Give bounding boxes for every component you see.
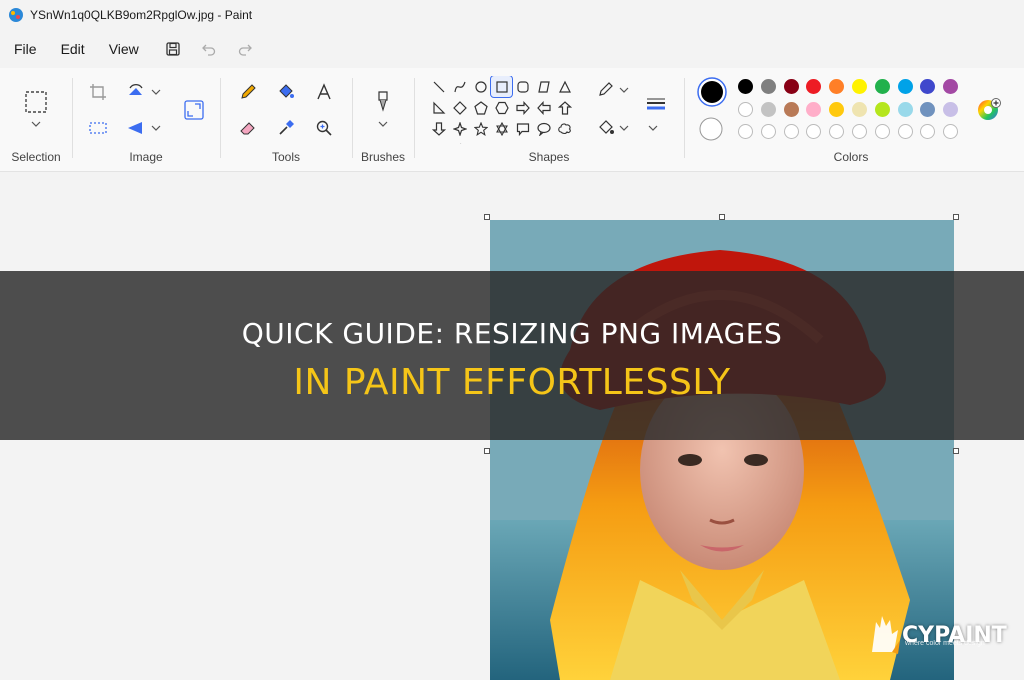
custom-color-slot[interactable] bbox=[738, 124, 753, 139]
selection-group: Selection bbox=[0, 68, 72, 172]
tools-group: Tools bbox=[220, 68, 352, 172]
pencil-icon[interactable] bbox=[234, 78, 262, 106]
rectangle-shape-icon[interactable] bbox=[490, 76, 513, 98]
color-swatch[interactable] bbox=[897, 79, 913, 94]
pentagon-shape-icon[interactable] bbox=[470, 97, 491, 118]
triangle-shape-icon[interactable] bbox=[554, 76, 575, 97]
rotate-chevron-down-icon[interactable] bbox=[148, 78, 164, 106]
color-swatch[interactable] bbox=[852, 102, 867, 117]
shapes-gallery bbox=[428, 76, 578, 144]
hexagon-shape-icon[interactable] bbox=[491, 97, 512, 118]
window-title: YSnWn1q0QLKB9om2RpglOw.jpg - Paint bbox=[30, 8, 253, 22]
rotate-icon[interactable] bbox=[122, 78, 150, 106]
tools-label: Tools bbox=[271, 150, 300, 164]
custom-color-slot[interactable] bbox=[852, 124, 867, 139]
color-picker-icon[interactable] bbox=[272, 114, 300, 142]
custom-color-slot[interactable] bbox=[897, 124, 913, 139]
polygon-shape-icon[interactable] bbox=[533, 76, 554, 97]
primary-color-swatch[interactable] bbox=[696, 76, 728, 108]
headline-line-1: Quick Guide: Resizing PNG Images bbox=[241, 317, 783, 350]
redo-icon[interactable] bbox=[227, 34, 263, 64]
curve-shape-icon[interactable] bbox=[449, 76, 470, 97]
title-bar: YSnWn1q0QLKB9om2RpglOw.jpg - Paint bbox=[0, 0, 1024, 30]
magnifier-icon[interactable] bbox=[310, 114, 338, 142]
line-shape-icon[interactable] bbox=[428, 76, 449, 97]
color-swatch[interactable] bbox=[874, 102, 890, 117]
color-swatch[interactable] bbox=[738, 79, 753, 94]
resize-handle-top-left[interactable] bbox=[484, 214, 490, 220]
six-point-star-shape-icon[interactable] bbox=[491, 118, 512, 139]
down-arrow-shape-icon[interactable] bbox=[428, 118, 449, 139]
callout-rect-shape-icon[interactable] bbox=[512, 118, 533, 139]
brand-tagline: where color meets design bbox=[905, 640, 985, 647]
selection-label: Selection bbox=[11, 150, 61, 164]
color-swatch[interactable] bbox=[738, 102, 753, 117]
paint-app-icon bbox=[9, 8, 23, 22]
crop-icon[interactable] bbox=[84, 78, 112, 106]
color-swatch[interactable] bbox=[897, 102, 913, 117]
five-point-star-shape-icon[interactable] bbox=[470, 118, 491, 139]
brushes-label: Brushes bbox=[360, 150, 406, 164]
resize-icon[interactable] bbox=[180, 96, 208, 124]
brand-watermark: CYPAINT bbox=[864, 612, 1007, 658]
custom-color-slot[interactable] bbox=[760, 124, 776, 139]
oval-shape-icon[interactable] bbox=[470, 76, 491, 97]
lightning-shape-icon[interactable] bbox=[449, 139, 470, 144]
resize-handle-top-center[interactable] bbox=[719, 214, 725, 220]
resize-handle-middle-right[interactable] bbox=[953, 448, 959, 454]
up-arrow-shape-icon[interactable] bbox=[554, 97, 575, 118]
right-triangle-shape-icon[interactable] bbox=[428, 97, 449, 118]
left-arrow-shape-icon[interactable] bbox=[533, 97, 554, 118]
selection-chevron-down-icon[interactable] bbox=[22, 116, 50, 132]
four-point-star-shape-icon[interactable] bbox=[449, 118, 470, 139]
right-arrow-shape-icon[interactable] bbox=[512, 97, 533, 118]
colors-label: Colors bbox=[833, 150, 869, 164]
flip-chevron-down-icon[interactable] bbox=[148, 114, 164, 142]
resize-handle-middle-left[interactable] bbox=[484, 448, 490, 454]
menu-edit[interactable]: Edit bbox=[53, 35, 93, 63]
text-icon[interactable] bbox=[310, 78, 338, 106]
headline-line-2: In Paint Effortlessly bbox=[293, 362, 731, 403]
heart-shape-icon[interactable] bbox=[428, 139, 449, 144]
fill-chevron-down-icon[interactable] bbox=[616, 114, 632, 142]
menu-file[interactable]: File bbox=[6, 35, 45, 63]
save-icon[interactable] bbox=[155, 34, 191, 64]
brush-icon[interactable] bbox=[369, 88, 397, 116]
brush-chevron-down-icon[interactable] bbox=[369, 116, 397, 132]
image-label: Image bbox=[129, 150, 163, 164]
menu-view[interactable]: View bbox=[101, 35, 147, 63]
undo-icon[interactable] bbox=[191, 34, 227, 64]
shapes-label: Shapes bbox=[528, 150, 570, 164]
edit-colors-icon[interactable] bbox=[976, 97, 1002, 123]
callout-oval-shape-icon[interactable] bbox=[533, 118, 554, 139]
selection-icon[interactable] bbox=[22, 88, 50, 116]
color-swatch[interactable] bbox=[783, 79, 799, 94]
title-overlay-band bbox=[0, 271, 1024, 440]
menu-bar: File Edit View bbox=[0, 30, 1024, 68]
outline-chevron-down-icon[interactable] bbox=[616, 76, 632, 104]
flip-icon[interactable] bbox=[122, 114, 150, 142]
color-swatch[interactable] bbox=[852, 79, 867, 94]
fill-bucket-icon[interactable] bbox=[272, 78, 300, 106]
paint-splash-logo-icon bbox=[872, 616, 900, 654]
color-swatch[interactable] bbox=[783, 102, 799, 117]
diamond-shape-icon[interactable] bbox=[449, 97, 470, 118]
select-all-icon[interactable] bbox=[84, 114, 112, 142]
color-swatch[interactable] bbox=[760, 79, 776, 94]
color-swatch[interactable] bbox=[874, 79, 890, 94]
callout-cloud-shape-icon[interactable] bbox=[554, 118, 575, 139]
resize-handle-top-right[interactable] bbox=[953, 214, 959, 220]
eraser-icon[interactable] bbox=[234, 114, 262, 142]
custom-color-slot[interactable] bbox=[783, 124, 799, 139]
secondary-color-swatch[interactable] bbox=[698, 116, 724, 142]
color-swatch[interactable] bbox=[760, 102, 776, 117]
rounded-rectangle-shape-icon[interactable] bbox=[512, 76, 533, 97]
image-group: Image bbox=[72, 68, 220, 172]
custom-color-slot[interactable] bbox=[874, 124, 890, 139]
stroke-size-chevron-down-icon[interactable] bbox=[645, 114, 661, 142]
brushes-group: Brushes bbox=[352, 68, 414, 172]
